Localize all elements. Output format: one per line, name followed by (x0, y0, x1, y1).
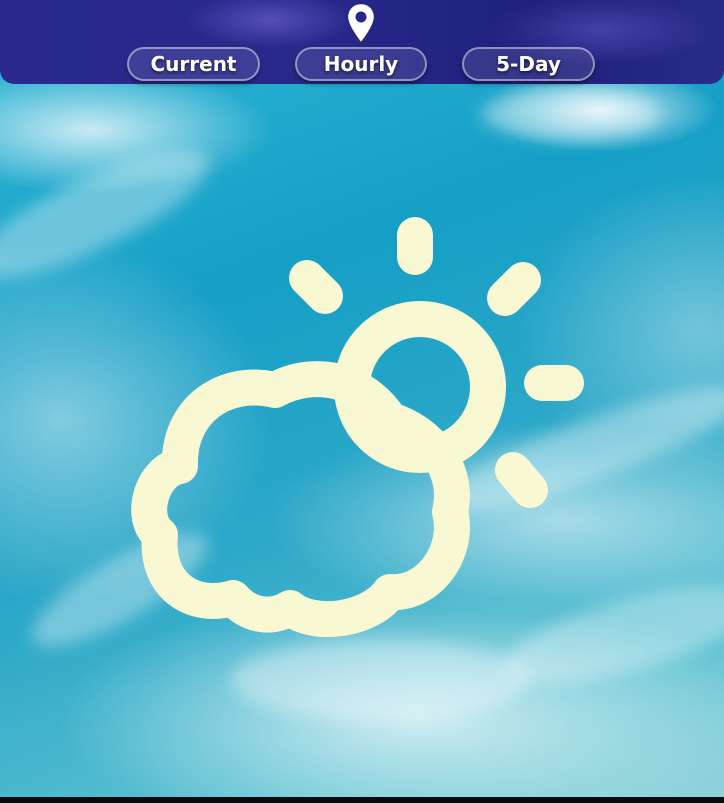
app-root: Current Hourly 5-Day (0, 0, 724, 797)
tab-current[interactable]: Current (127, 47, 260, 81)
map-pin-icon[interactable] (345, 2, 377, 44)
tab-5-day[interactable]: 5-Day (462, 47, 595, 81)
partly-cloudy-icon (131, 217, 584, 637)
top-nav-bar: Current Hourly 5-Day (0, 0, 724, 84)
tab-hourly[interactable]: Hourly (295, 47, 427, 81)
